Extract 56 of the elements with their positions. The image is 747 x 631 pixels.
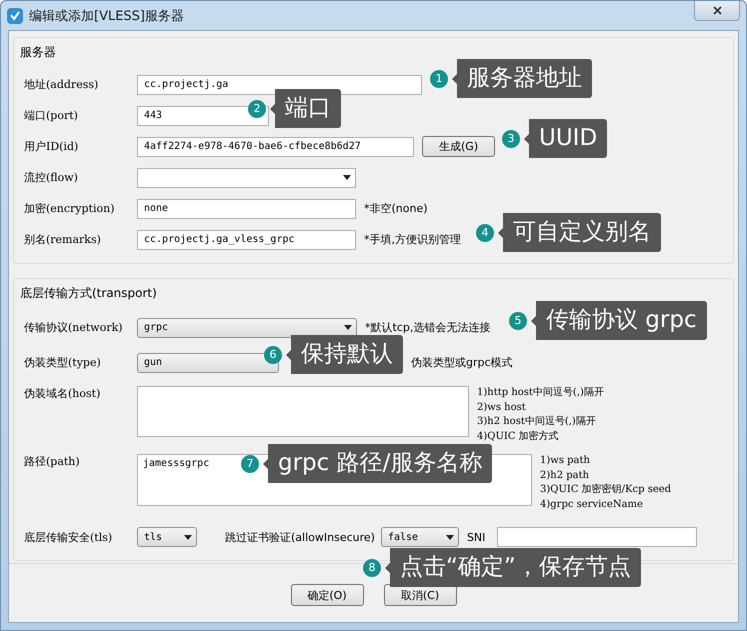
window-title: 编辑或添加[VLESS]服务器 [29,8,185,24]
dropdown[interactable]: tls [137,527,197,547]
field-label: 传输协议(network) [24,320,124,335]
hint-text: 4)grpc serviceName [540,498,644,512]
dropdown-arrow-icon [446,534,454,540]
hint-text: 2)ws host [477,400,527,414]
hint-text: 2)h2 path [540,468,590,482]
dialog-button[interactable]: 确定(O) [290,584,364,606]
text-area[interactable] [137,386,469,437]
field-label: 跳过证书验证(allowInsecure) [225,530,375,544]
callout-tooltip: 传输协议 grpc [531,301,707,340]
callout-tooltip: grpc 路径/服务名称 [263,444,492,483]
callout-tooltip: 可自定义别名 [498,213,661,252]
field-label: 流控(flow) [24,170,79,185]
field-label: 端口(port) [24,108,79,123]
callout-tooltip: 点击“确定”，保存节点 [385,548,641,587]
dropdown-arrow-icon [344,325,352,330]
input-field[interactable]: cc.projectj.ga_vless_grpc [137,230,356,250]
input-field[interactable]: cc.projectj.ga [137,74,422,94]
field-label: 别名(remarks) [24,232,102,247]
hint-text: 1)http host中间逗号(,)隔开 [477,386,604,400]
callout-tooltip: UUID [524,119,608,158]
dropdown[interactable]: false [380,527,459,547]
callout-tooltip: 保持默认 [286,335,403,374]
hint-text: 1)ws path [540,454,591,468]
callout-tooltip: 端口 [270,89,341,128]
field-label: 用户ID(id) [24,139,80,154]
generate-button[interactable]: 生成(G) [422,136,496,157]
close-button[interactable] [694,1,740,21]
input-field[interactable]: none [137,198,356,218]
hint-text: 3)QUIC 加密密钥/Kcp seed [540,483,672,497]
field-label: 路径(path) [24,454,81,469]
field-note: *非空(none) [364,201,428,216]
dropdown[interactable] [137,168,356,188]
field-label: 加密(encryption) [24,201,116,216]
hint-text: 3)h2 host中间逗号(,)隔开 [477,415,597,429]
app-logo-icon [7,8,23,24]
field-label: 底层传输安全(tls) [24,530,114,544]
field-note: *手填,方便识别管理 [364,232,461,247]
dropdown[interactable]: grpc [137,318,357,338]
group-title: 底层传输方式(transport) [20,285,158,302]
field-label: 伪装域名(host) [24,386,102,401]
hint-text: 4)QUIC 加密方式 [477,430,560,444]
dropdown-arrow-icon [343,175,351,180]
input-field[interactable] [497,527,698,547]
field-note: 伪装类型或grpc模式 [411,355,513,370]
group-title: 服务器 [20,44,57,61]
field-label: SNI [466,530,486,544]
dialog-button[interactable]: 取消(C) [384,584,456,606]
callout-tooltip: 服务器地址 [452,59,592,98]
input-field[interactable]: 4aff2274-e978-4670-bae6-cfbece8b6d27 [137,136,414,156]
close-icon [712,6,722,15]
dropdown-arrow-icon [184,534,192,540]
field-label: 伪装类型(type) [24,355,102,370]
field-label: 地址(address) [24,77,100,92]
field-note: *默认tcp,选错会无法连接 [365,320,490,335]
